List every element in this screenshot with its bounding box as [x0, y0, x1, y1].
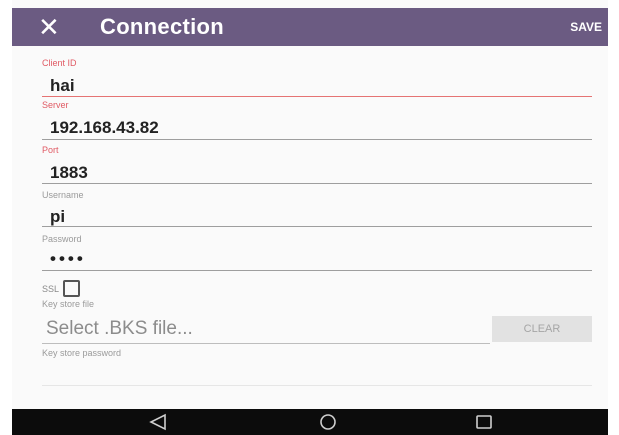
username-field[interactable]: pi [50, 207, 570, 227]
port-label: Port [42, 145, 59, 155]
ssl-checkbox[interactable] [63, 280, 81, 297]
username-label: Username [42, 190, 84, 200]
save-button[interactable]: SAVE [570, 8, 602, 46]
key-store-file-underline [42, 343, 490, 344]
password-underline [42, 270, 592, 271]
password-label: Password [42, 234, 82, 244]
password-field[interactable]: •••• [50, 249, 570, 269]
close-icon[interactable]: ✕ [38, 8, 78, 46]
client-id-label: Client ID [42, 58, 77, 68]
recents-icon[interactable] [464, 412, 504, 432]
ssl-label: SSL [42, 283, 60, 294]
select-bks-file[interactable]: Select .BKS file... [46, 318, 193, 340]
server-label: Server [42, 100, 69, 110]
ssl-row: SSL [42, 280, 81, 297]
server-field[interactable]: 192.168.43.82 [50, 118, 570, 138]
port-field[interactable]: 1883 [50, 163, 570, 183]
home-icon[interactable] [308, 412, 348, 432]
server-underline [42, 139, 592, 140]
username-underline [42, 226, 592, 227]
client-id-field[interactable]: hai [50, 76, 570, 96]
port-underline [42, 183, 592, 184]
app-bar: ✕ Connection SAVE [12, 8, 608, 46]
page-title: Connection [100, 14, 224, 39]
key-store-password-label: Key store password [42, 348, 122, 358]
system-nav-bar [12, 409, 608, 435]
key-store-password-underline [42, 385, 592, 386]
client-id-underline [42, 96, 592, 97]
app-screen: ✕ Connection SAVE Client ID hai Server 1… [12, 0, 608, 435]
back-icon[interactable] [139, 412, 179, 432]
clear-button[interactable]: CLEAR [492, 316, 592, 342]
key-store-file-label: Key store file [42, 299, 95, 309]
